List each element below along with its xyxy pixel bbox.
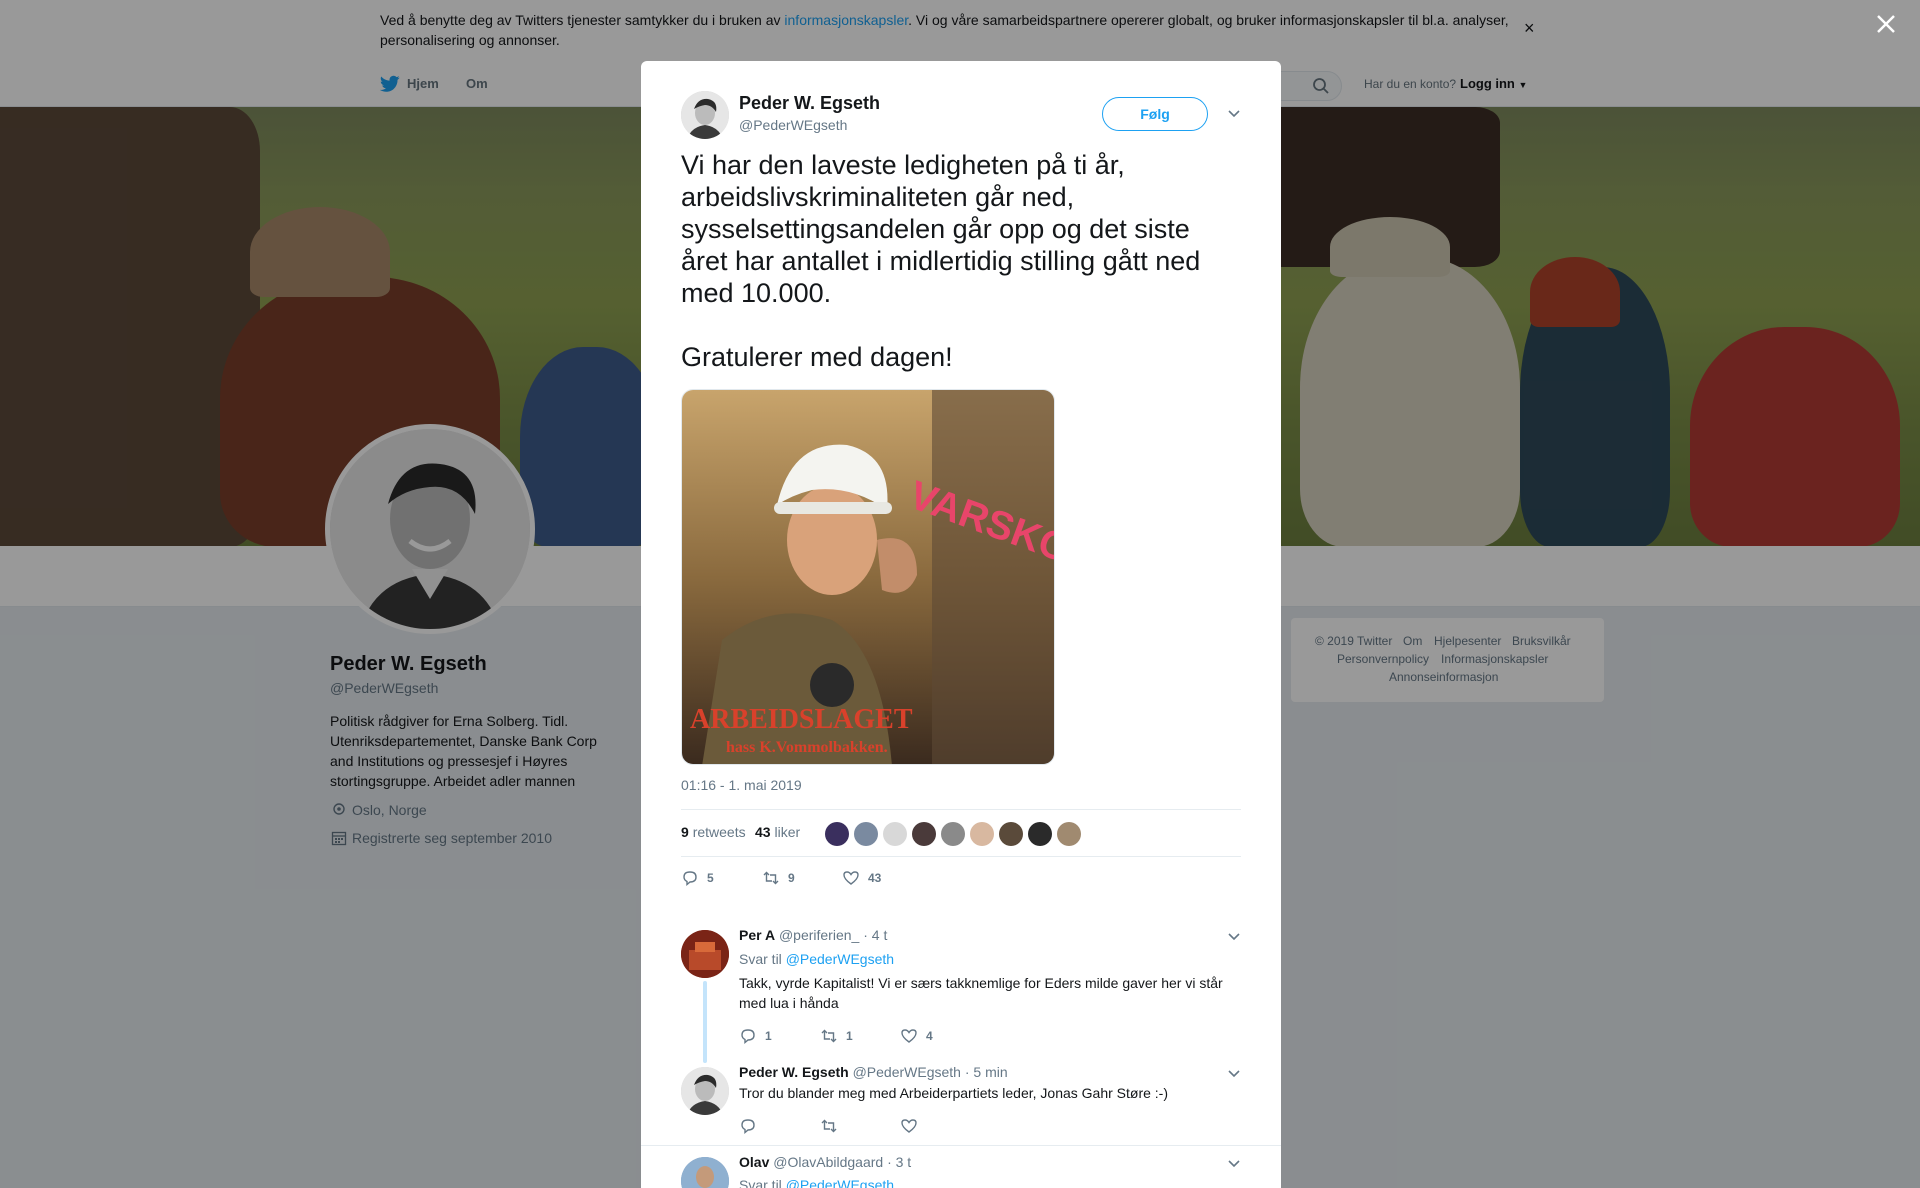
liker-avatar[interactable] [825, 822, 849, 846]
tweet-author-handle[interactable]: @PederWEgseth [739, 117, 847, 133]
reply-author-handle[interactable]: @periferien_ [779, 927, 859, 943]
retweet-button[interactable]: 1 [820, 1027, 853, 1045]
tweet-stats: 9 retweets 43 liker [681, 809, 1241, 857]
photo-title: ARBEIDSLAGET [690, 704, 913, 735]
reply-button[interactable]: 1 [739, 1027, 772, 1045]
retweet-count: 1 [846, 1029, 853, 1043]
likes-stat-count: 43 [755, 824, 771, 840]
reply-button[interactable]: 5 [681, 869, 714, 887]
reply-time[interactable]: · 3 t [887, 1154, 911, 1170]
reply-icon [741, 1119, 755, 1134]
reply-to-label: Svar til [739, 1177, 782, 1188]
tweet-timestamp[interactable]: 01:16 - 1. mai 2019 [681, 777, 802, 793]
liker-avatar[interactable] [854, 822, 878, 846]
reply-header: Peder W. Egseth @PederWEgseth · 5 min [739, 1064, 1008, 1080]
like-count: 43 [868, 871, 882, 885]
reply-icon [683, 871, 697, 886]
reply-author-avatar[interactable] [681, 930, 729, 978]
retweet-icon [821, 1119, 837, 1133]
retweet-icon [763, 871, 779, 885]
tweet-author-avatar[interactable] [681, 91, 729, 139]
reply-author-avatar[interactable] [681, 1067, 729, 1115]
retweet-icon [821, 1029, 837, 1043]
reply-time[interactable]: · 5 min [965, 1064, 1008, 1080]
reply-to-label: Svar til [739, 951, 782, 967]
liker-avatar[interactable] [970, 822, 994, 846]
retweets-stat[interactable]: 9 retweets [681, 824, 746, 840]
retweet-button[interactable] [820, 1117, 846, 1135]
reply-to-line: Svar til @PederWEgseth [739, 951, 894, 967]
liker-avatar[interactable] [999, 822, 1023, 846]
liker-avatar[interactable] [1028, 822, 1052, 846]
reply-text: Takk, vyrde Kapitalist! Vi er særs takkn… [739, 975, 1223, 1011]
chevron-down-icon[interactable] [1227, 929, 1241, 943]
close-icon[interactable] [1874, 12, 1898, 36]
tweet-photo[interactable]: VARSKO HER! ARBEIDSLAGET hass K.Vommolba… [681, 389, 1055, 765]
liker-avatar[interactable] [941, 822, 965, 846]
tweet-text: Vi har den laveste ledigheten på ti år, … [681, 150, 1201, 372]
reply-to-line: Svar til @PederWEgseth [739, 1177, 894, 1188]
reply-to-handle[interactable]: @PederWEgseth [786, 951, 894, 967]
chevron-down-icon[interactable] [1227, 1156, 1241, 1170]
reply-author-name[interactable]: Per A [739, 927, 775, 943]
reply-author-handle[interactable]: @OlavAbildgaard [773, 1154, 883, 1170]
liker-avatar[interactable] [912, 822, 936, 846]
chevron-down-icon[interactable] [1227, 1066, 1241, 1080]
retweet-button[interactable]: 9 [762, 869, 795, 887]
reply-author-handle[interactable]: @PederWEgseth [853, 1064, 961, 1080]
like-icon [901, 1119, 917, 1133]
like-button[interactable] [900, 1117, 926, 1135]
chevron-down-icon[interactable] [1227, 106, 1241, 120]
likes-stat-label: liker [774, 824, 801, 840]
follow-button[interactable]: Følg [1102, 97, 1208, 131]
reply-time[interactable]: · 4 t [863, 927, 887, 943]
tweet-modal: Peder W. Egseth @PederWEgseth Følg Vi ha… [641, 61, 1281, 1188]
like-count: 4 [926, 1029, 933, 1043]
reply-count: 5 [707, 871, 714, 885]
photo-subtitle: hass K.Vommolbakken. [726, 739, 888, 756]
tweet-author-name[interactable]: Peder W. Egseth [739, 93, 880, 114]
retweet-count: 9 [788, 871, 795, 885]
reply-author-avatar[interactable] [681, 1157, 729, 1188]
reply-author-name[interactable]: Olav [739, 1154, 769, 1170]
likes-stat[interactable]: 43 liker [755, 824, 800, 840]
like-icon [843, 871, 859, 885]
liker-avatar[interactable] [883, 822, 907, 846]
reply-to-handle[interactable]: @PederWEgseth [786, 1177, 894, 1188]
liker-avatar[interactable] [1057, 822, 1081, 846]
retweets-stat-count: 9 [681, 824, 689, 840]
like-button[interactable]: 43 [842, 869, 881, 887]
reply-separator [641, 1145, 1281, 1146]
reply-icon [741, 1029, 755, 1044]
reply-count: 1 [765, 1029, 772, 1043]
like-button[interactable]: 4 [900, 1027, 933, 1045]
thread-line [703, 981, 707, 1063]
reply-text: Tror du blander meg med Arbeiderpartiets… [739, 1085, 1169, 1101]
retweets-stat-label: retweets [692, 824, 746, 840]
reply-header: Per A @periferien_ · 4 t [739, 927, 887, 943]
reply-button[interactable] [739, 1117, 765, 1135]
reply-header: Olav @OlavAbildgaard · 3 t [739, 1154, 911, 1170]
reply-author-name[interactable]: Peder W. Egseth [739, 1064, 849, 1080]
like-icon [901, 1029, 917, 1043]
